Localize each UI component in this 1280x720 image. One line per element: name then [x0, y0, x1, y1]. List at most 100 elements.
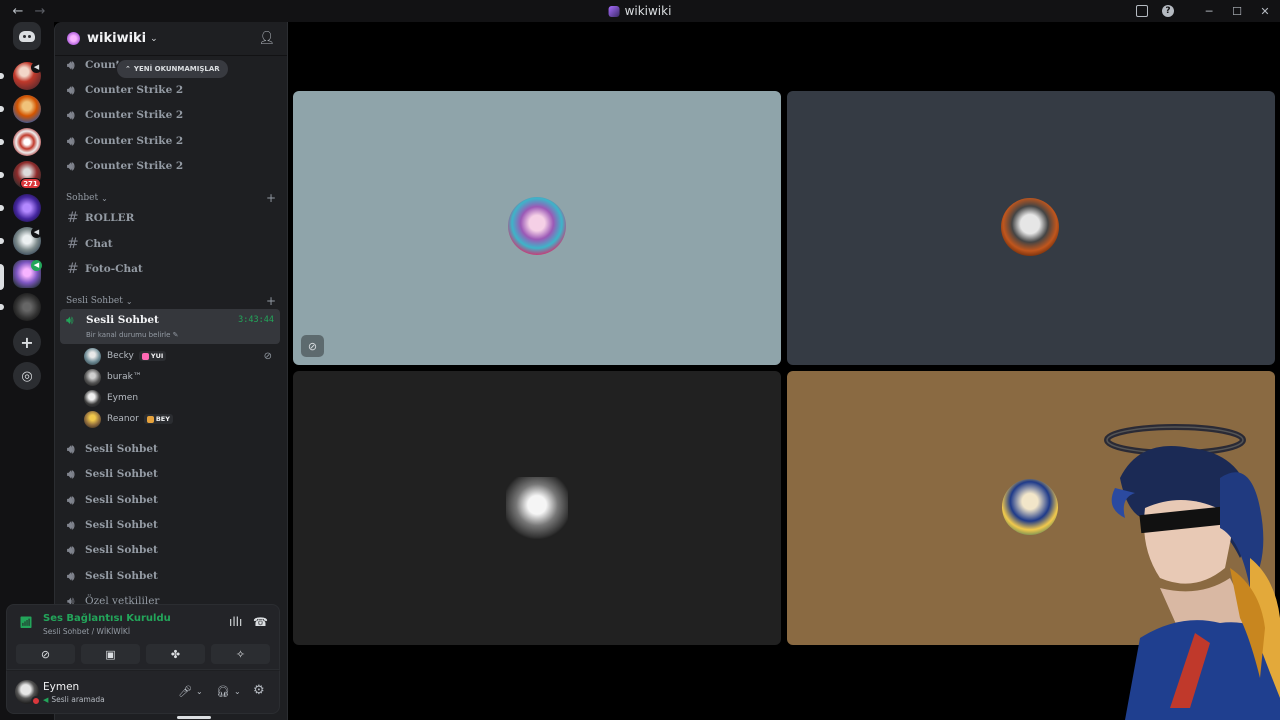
user-name[interactable]: Eymen — [43, 681, 79, 693]
video-tile-burak[interactable] — [787, 91, 1275, 365]
screen-share-icon[interactable]: ▣ — [81, 644, 140, 664]
mention-badge: 271 — [20, 178, 41, 189]
title-bar: ← → wikiwiki ? ─ ☐ ✕ — [0, 0, 1280, 22]
speaker-icon: 🔊︎ — [67, 492, 75, 507]
soundboard-icon[interactable]: ✧ — [211, 644, 270, 664]
add-server-button[interactable]: + — [13, 328, 41, 356]
voice-channel[interactable]: 🔊︎ Sesli Sohbet — [62, 463, 280, 485]
chevron-down-icon: ⌄ — [150, 33, 158, 44]
server-icon-3[interactable] — [13, 128, 41, 156]
explore-icon[interactable]: ◎ — [13, 362, 41, 390]
channel-name: Sesli Sohbet — [85, 494, 158, 506]
unread-dot — [0, 238, 4, 244]
help-icon[interactable]: ? — [1162, 5, 1174, 17]
channel-name: Sesli Sohbet — [85, 468, 158, 480]
inbox-icon[interactable] — [1136, 5, 1148, 17]
text-channel[interactable]: # ROLLER — [62, 207, 280, 229]
voice-status-subtitle[interactable]: Sesli Sohbet / WİKİWİKİ — [43, 627, 130, 636]
role-tag: YUI — [138, 351, 167, 361]
create-channel-icon[interactable]: + — [266, 294, 276, 308]
avatar[interactable] — [15, 680, 41, 706]
add-friend-icon[interactable]: 👤︎ — [258, 31, 275, 46]
category-name: Sohbet — [66, 193, 99, 203]
server-header[interactable]: wikiwiki ⌄ 👤︎ — [55, 22, 287, 56]
channel-name: ROLLER — [85, 212, 135, 224]
avatar — [84, 368, 101, 386]
voice-channel[interactable]: 🔊︎ Sesli Sohbet — [62, 489, 280, 511]
category-sohbet[interactable]: Sohbet ⌄ + — [66, 190, 276, 206]
camera-off-icon: ⊘ — [263, 350, 272, 362]
user-status: ◀ Sesli aramada — [43, 695, 105, 704]
voice-channel[interactable]: 🔊︎ Counter Strike 2 — [62, 104, 280, 126]
hash-icon: # — [67, 236, 79, 252]
video-tile-eymen[interactable] — [293, 371, 781, 645]
speaker-icon: 🔊︎ — [67, 542, 75, 557]
camera-off-icon[interactable]: ⊘ — [16, 644, 75, 664]
channel-name: Sesli Sohbet — [85, 443, 158, 455]
voice-user[interactable]: Eymen — [84, 388, 284, 408]
voice-channel[interactable]: 🔊︎ Counter Strike 2 — [62, 130, 280, 152]
channel-name: Sesli Sohbet — [85, 519, 158, 531]
server-icon-2[interactable] — [13, 95, 41, 123]
channel-name: Sesli Sohbet — [85, 544, 158, 556]
user-name: Eymen — [107, 393, 139, 403]
headphones-icon[interactable]: 🎧︎ — [216, 685, 230, 698]
voice-channel[interactable]: 🔊︎ Sesli Sohbet — [62, 514, 280, 536]
minimize-button[interactable]: ─ — [1202, 5, 1216, 18]
home-button[interactable] — [13, 22, 41, 50]
user-name: Reanor — [107, 414, 139, 424]
unread-dot — [0, 304, 4, 310]
voice-channel[interactable]: 🔊︎ Counter Strike 2 — [62, 155, 280, 177]
speaker-icon: ◀ — [31, 227, 42, 238]
maximize-button[interactable]: ☐ — [1230, 5, 1244, 18]
speaker-icon: ◀ — [31, 62, 42, 73]
voice-channel[interactable]: 🔊︎ Sesli Sohbet — [62, 539, 280, 561]
voice-actions: ⊘ ▣ ✤ ✧ — [16, 644, 270, 664]
unread-dot — [0, 73, 4, 79]
server-mini-icon — [608, 5, 620, 17]
speaker-icon: 🔊︎ — [67, 82, 75, 97]
voice-user[interactable]: Becky YUI ⊘ — [84, 346, 284, 366]
camera-off-icon: ⊘ — [301, 335, 324, 357]
new-unreads-pill[interactable]: ⌃ YENİ OKUNMAMIŞLAR — [117, 60, 228, 78]
text-channel[interactable]: # Chat — [62, 233, 280, 255]
server-icon-8[interactable] — [13, 293, 41, 321]
speaker-icon: 🔊︎ — [67, 133, 75, 148]
voice-status-title[interactable]: Ses Bağlantısı Kuruldu — [43, 613, 171, 624]
chevron-down-icon[interactable]: ⌄ — [234, 687, 241, 696]
gear-icon[interactable]: ⚙ — [253, 683, 265, 698]
channel-status-hint[interactable]: Bir kanal durumu belirle ✎ — [86, 331, 179, 339]
voice-channel[interactable]: 🔊︎ Sesli Sohbet — [62, 565, 280, 587]
speaker-icon: 🔊︎ — [66, 313, 74, 327]
discord-logo-icon — [19, 30, 35, 42]
close-button[interactable]: ✕ — [1258, 5, 1272, 18]
microphone-icon[interactable]: 🎤︎ — [178, 685, 192, 698]
back-arrow-icon[interactable]: ← — [10, 4, 26, 19]
speaker-icon: 🔊︎ — [67, 158, 75, 173]
chevron-down-icon[interactable]: ⌄ — [196, 687, 203, 696]
avatar — [84, 347, 101, 365]
forward-arrow-icon[interactable]: → — [32, 4, 48, 19]
text-channel[interactable]: # Foto-Chat — [62, 258, 280, 280]
server-icon-5[interactable] — [13, 194, 41, 222]
voice-user[interactable]: burak™ — [84, 367, 284, 387]
active-voice-channel[interactable]: 🔊︎ Sesli Sohbet 3:43:44 Bir kanal durumu… — [60, 309, 280, 344]
voice-user[interactable]: Reanor BEY — [84, 409, 284, 429]
avatar — [84, 410, 101, 428]
noise-suppression-icon[interactable]: ıllı — [229, 615, 242, 629]
video-tile-becky[interactable]: ⊘ — [293, 91, 781, 365]
voice-channel[interactable]: 🔊︎ Counter Strike 2 — [62, 79, 280, 101]
call-timer: 3:43:44 — [238, 315, 274, 325]
unread-dot — [0, 106, 4, 112]
speaker-icon: ◀ — [43, 695, 49, 704]
create-channel-icon[interactable]: + — [266, 191, 276, 205]
signal-icon[interactable]: 📶︎ — [17, 613, 35, 631]
activities-icon[interactable]: ✤ — [146, 644, 205, 664]
category-sesli-sohbet[interactable]: Sesli Sohbet ⌄ + — [66, 293, 276, 309]
server-header-icon — [67, 32, 80, 45]
voice-channel[interactable]: 🔊︎ Sesli Sohbet — [62, 438, 280, 460]
speaker-icon: 🔊︎ — [67, 107, 75, 122]
hash-icon: # — [67, 261, 79, 277]
disconnect-icon[interactable]: ☎ — [253, 615, 268, 629]
avatar — [1001, 198, 1059, 256]
